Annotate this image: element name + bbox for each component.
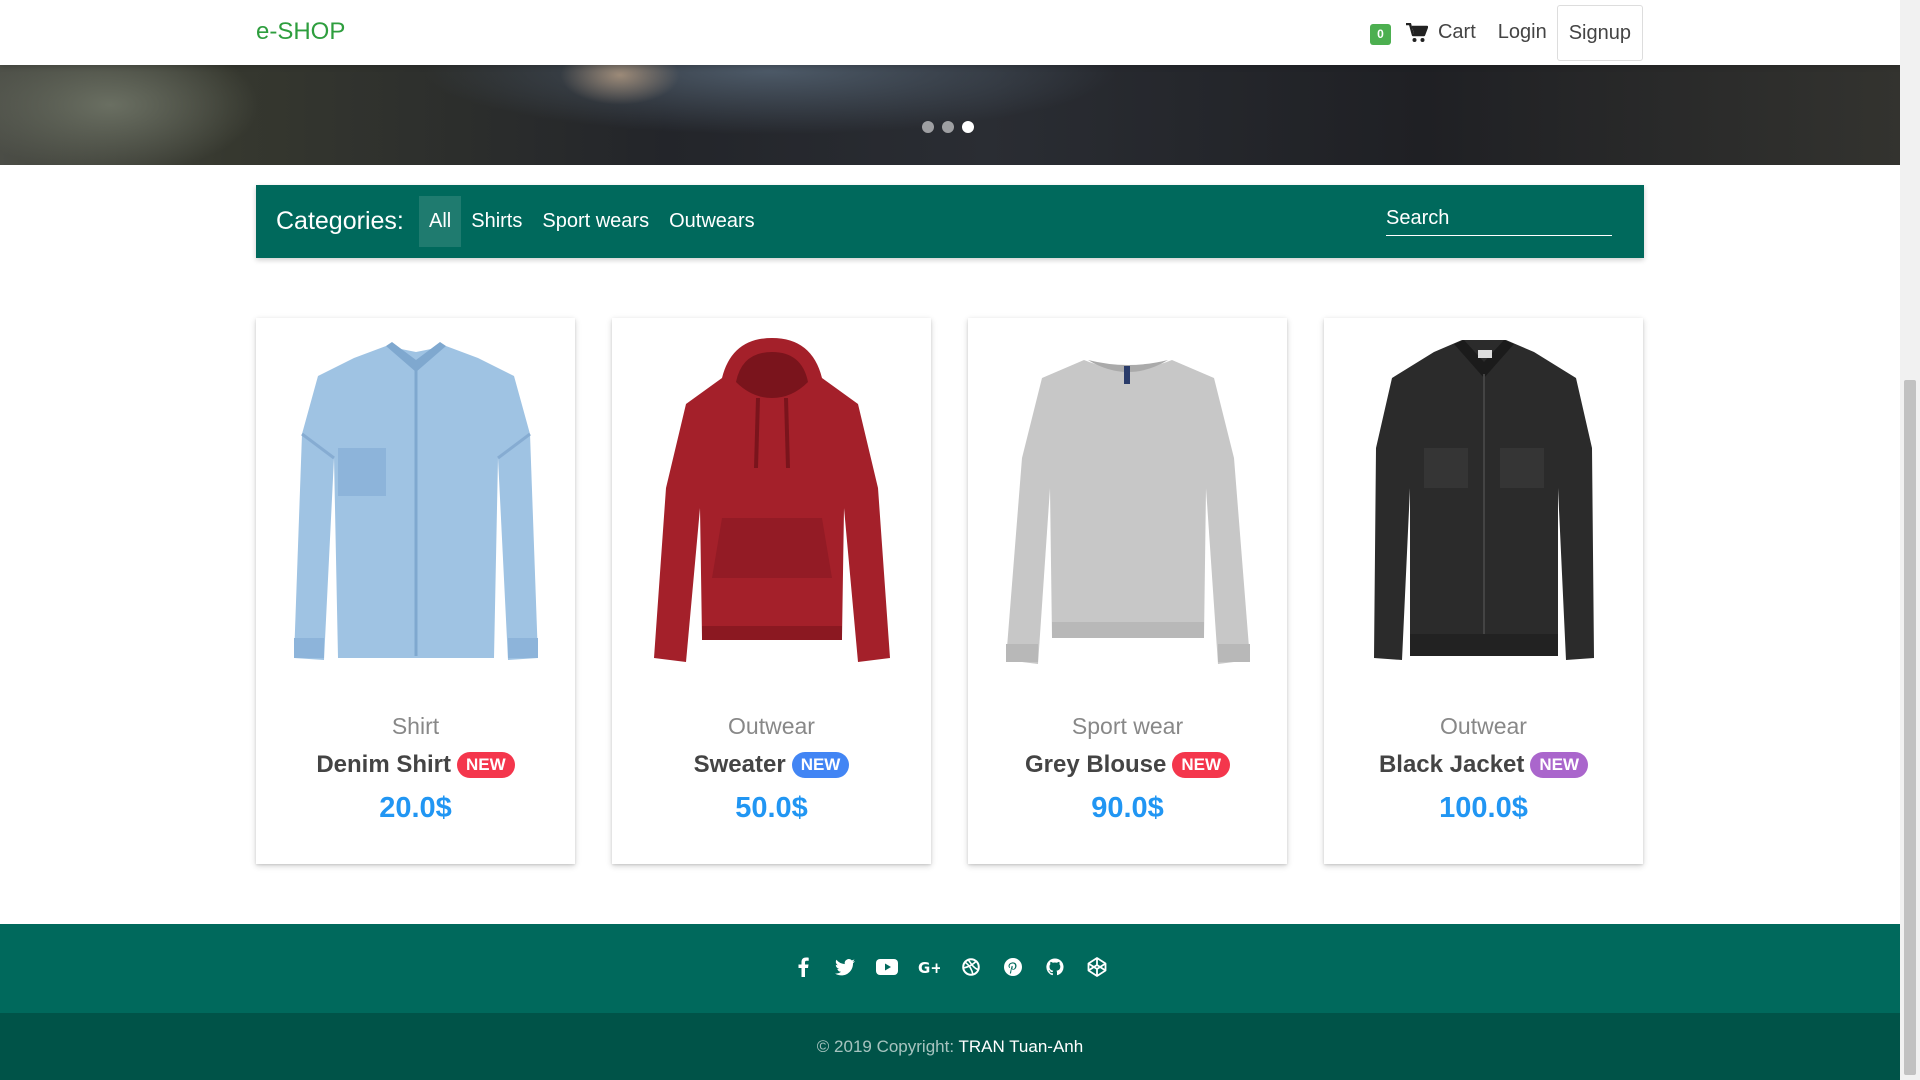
youtube-icon[interactable] <box>876 956 898 978</box>
hero-image-part <box>0 65 260 165</box>
hero-image-part <box>420 65 1120 135</box>
shopping-cart-icon <box>1405 22 1428 42</box>
svg-text:G+: G+ <box>918 959 940 975</box>
carousel-indicators <box>922 121 982 133</box>
cart-link[interactable]: Cart <box>1405 21 1476 44</box>
hero-carousel <box>0 65 1900 165</box>
signup-button[interactable]: Signup <box>1556 4 1643 61</box>
new-badge: NEW <box>457 752 515 778</box>
facebook-icon[interactable] <box>792 956 814 978</box>
copyright-text: © 2019 Copyright: <box>816 1037 955 1056</box>
codepen-icon[interactable] <box>1086 956 1108 978</box>
black-jacket-image[interactable] <box>1344 338 1623 668</box>
new-badge: NEW <box>791 752 850 778</box>
product-name[interactable]: Sweater <box>694 751 786 779</box>
dribbble-icon[interactable] <box>960 956 982 978</box>
footer-social-bar: G+ <box>0 924 1900 1013</box>
product-category: Outwear <box>728 713 815 739</box>
product-name-row: Grey Blouse NEW <box>968 751 1287 779</box>
product-price: 50.0$ <box>735 792 808 824</box>
product-category: Shirt <box>391 713 440 739</box>
scrollbar-thumb[interactable] <box>1904 380 1916 1075</box>
social-links: G+ <box>0 956 1900 978</box>
page-scrollbar[interactable] <box>1900 0 1920 1080</box>
product-name-row: Black Jacket NEW <box>1324 751 1643 779</box>
login-link[interactable]: Login <box>1498 21 1547 44</box>
product-name[interactable]: Black Jacket <box>1379 751 1524 779</box>
author-link[interactable]: TRAN Tuan-Anh <box>958 1037 1083 1056</box>
product-name-row: Sweater NEW <box>612 751 931 779</box>
red-hoodie-image[interactable] <box>632 338 911 668</box>
categories-bar: Categories: All Shirts Sport wears Outwe… <box>256 185 1644 258</box>
product-card[interactable]: Outwear Black Jacket NEW 100.0$ <box>1324 318 1643 864</box>
cart-count-badge: 0 <box>1369 24 1391 45</box>
product-grid: Shirt Denim Shirt NEW 20.0$ Outwear Swea… <box>256 318 1644 864</box>
category-outwears[interactable]: Outwears <box>659 196 765 247</box>
product-name[interactable]: Grey Blouse <box>1025 751 1166 779</box>
product-card[interactable]: Sport wear Grey Blouse NEW 90.0$ <box>968 318 1287 864</box>
nav-right: 0 Cart Login Signup <box>1369 0 1643 65</box>
new-badge: NEW <box>1530 752 1589 778</box>
denim-shirt-image[interactable] <box>276 338 555 668</box>
product-price: 20.0$ <box>379 792 452 824</box>
product-price: 100.0$ <box>1439 792 1528 824</box>
product-name[interactable]: Denim Shirt <box>316 751 451 779</box>
navbar: e-SHOP 0 Cart Login Signup <box>0 0 1900 65</box>
carousel-indicator-3[interactable] <box>962 121 974 133</box>
product-name-row: Denim Shirt NEW <box>256 751 575 779</box>
category-list: All Shirts Sport wears Outwears <box>419 196 765 247</box>
page: e-SHOP 0 Cart Login Signup Categories: A… <box>0 0 1900 1080</box>
carousel-indicator-1[interactable] <box>922 121 934 133</box>
pinterest-icon[interactable] <box>1002 956 1024 978</box>
search-input[interactable]: Search <box>1386 207 1612 236</box>
category-sport-wears[interactable]: Sport wears <box>532 196 659 247</box>
category-shirts[interactable]: Shirts <box>461 196 532 247</box>
product-category: Sport wear <box>1071 713 1184 739</box>
footer-copyright: © 2019 Copyright: TRAN Tuan-Anh <box>0 1013 1900 1080</box>
product-price: 90.0$ <box>1091 792 1164 824</box>
product-card[interactable]: Shirt Denim Shirt NEW 20.0$ <box>256 318 575 864</box>
category-all[interactable]: All <box>419 196 462 247</box>
cart-label: Cart <box>1437 21 1476 43</box>
github-icon[interactable] <box>1044 956 1066 978</box>
new-badge: NEW <box>1172 752 1231 778</box>
product-category: Outwear <box>1440 713 1527 739</box>
brand-logo[interactable]: e-SHOP <box>256 18 345 46</box>
categories-title: Categories: <box>276 207 404 235</box>
twitter-icon[interactable] <box>834 956 856 978</box>
product-card[interactable]: Outwear Sweater NEW 50.0$ <box>612 318 931 864</box>
carousel-indicator-2[interactable] <box>942 121 954 133</box>
grey-sweatshirt-image[interactable] <box>988 338 1267 668</box>
google-plus-icon[interactable]: G+ <box>918 956 940 978</box>
